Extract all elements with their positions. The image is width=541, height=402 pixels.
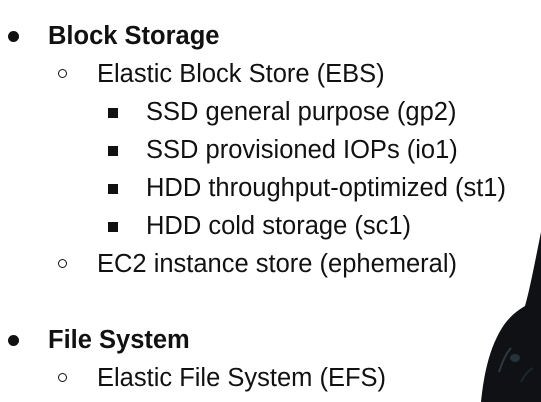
hollow-circle-bullet-icon bbox=[58, 69, 67, 78]
list-item-label: HDD cold storage (sc1) bbox=[146, 212, 411, 240]
list-item-label: Elastic File System (EFS) bbox=[97, 364, 387, 392]
list-item-label: EC2 instance store (ephemeral) bbox=[97, 250, 458, 278]
filled-circle-bullet-icon bbox=[8, 31, 19, 42]
slide: Block Storage Elastic Block Store (EBS) … bbox=[0, 0, 541, 402]
list-item-label: SSD general purpose (gp2) bbox=[146, 98, 457, 126]
presenter-silhouette-icon bbox=[481, 232, 541, 402]
filled-square-bullet-icon bbox=[108, 222, 118, 232]
section-heading: File System bbox=[48, 326, 190, 354]
section-heading: Block Storage bbox=[48, 22, 220, 50]
hollow-circle-bullet-icon bbox=[58, 373, 67, 382]
filled-square-bullet-icon bbox=[108, 184, 118, 194]
list-item-label: SSD provisioned IOPs (io1) bbox=[146, 136, 458, 164]
presenter-video-overlay bbox=[481, 232, 541, 402]
filled-square-bullet-icon bbox=[108, 108, 118, 118]
hollow-circle-bullet-icon bbox=[58, 259, 67, 268]
filled-square-bullet-icon bbox=[108, 146, 118, 156]
filled-circle-bullet-icon bbox=[8, 335, 19, 346]
list-item-label: HDD throughput-optimized (st1) bbox=[146, 174, 506, 202]
list-item-label: Elastic Block Store (EBS) bbox=[97, 60, 385, 88]
